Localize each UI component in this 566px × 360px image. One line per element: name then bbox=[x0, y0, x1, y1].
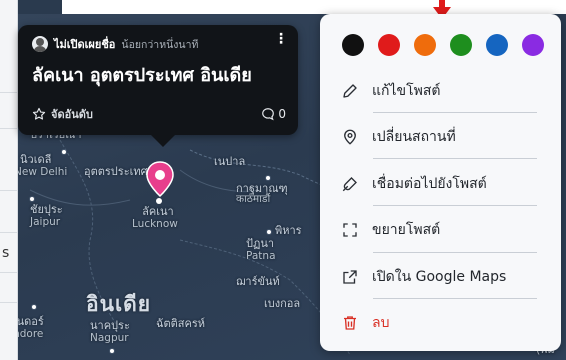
page-top-bar bbox=[62, 0, 566, 14]
rank-label: จัดอันดับ bbox=[51, 108, 93, 121]
menu-item-label: เชื่อมต่อไปยังโพสต์ bbox=[372, 176, 487, 192]
city-label-lucknow: ลัคเนา Lucknow bbox=[132, 205, 178, 231]
color-swatch-orange[interactable] bbox=[414, 34, 436, 56]
menu-divider bbox=[373, 158, 537, 159]
expand-icon bbox=[340, 220, 360, 240]
post-popup-card[interactable]: ไม่เปิดเผยชื่อ น้อยกว่าหนึ่งนาที ⋮ ลัคเน… bbox=[18, 25, 298, 147]
menu-item-label: แก้ไขโพสต์ bbox=[372, 83, 441, 99]
state-label-uttar-pradesh: อุตตรประเทศ bbox=[84, 165, 148, 178]
rank-button[interactable]: จัดอันดับ bbox=[32, 105, 93, 123]
city-label-patna: ปัฏนา Patna bbox=[246, 237, 276, 263]
state-label-bihar: พิหาร bbox=[275, 224, 302, 237]
city-label-nagpur: นาคปุระ Nagpur bbox=[90, 319, 130, 345]
side-panel-text: s bbox=[2, 245, 10, 261]
link-post-icon bbox=[340, 174, 360, 194]
menu-divider bbox=[373, 112, 537, 113]
menu-item-delete[interactable]: ลบ bbox=[340, 308, 540, 338]
post-context-menu: แก้ไขโพสต์ เปลี่ยนสถานที่ เชื่อมต่อไปยัง… bbox=[320, 14, 561, 351]
menu-item-label: ขยายโพสต์ bbox=[372, 222, 441, 238]
city-dot bbox=[61, 149, 67, 155]
star-icon bbox=[32, 107, 46, 120]
color-swatch-blue[interactable] bbox=[486, 34, 508, 56]
menu-item-open-google-maps[interactable]: เปิดใน Google Maps bbox=[340, 262, 540, 292]
menu-item-link-to-post[interactable]: เชื่อมต่อไปยังโพสต์ bbox=[340, 169, 540, 199]
menu-divider bbox=[373, 298, 537, 299]
state-label-bengal: เบงกอล bbox=[264, 297, 301, 310]
city-label-new-delhi: นิวเดลี New Delhi bbox=[14, 153, 68, 179]
pin-location-dot bbox=[156, 198, 162, 204]
color-swatch-red[interactable] bbox=[378, 34, 400, 56]
color-swatch-black[interactable] bbox=[342, 34, 364, 56]
post-title: ลัคเนา อุตตรประเทศ อินเดีย bbox=[32, 65, 252, 86]
city-dot bbox=[266, 229, 272, 235]
city-dot bbox=[29, 196, 35, 202]
city-dot bbox=[109, 348, 115, 354]
more-options-icon[interactable]: ⋮ bbox=[274, 32, 288, 46]
menu-item-label: เปิดใน Google Maps bbox=[372, 269, 507, 285]
city-dot bbox=[265, 175, 271, 181]
location-pin-icon bbox=[340, 127, 360, 147]
country-label-nepal: เนปาล bbox=[214, 155, 246, 168]
comment-icon bbox=[262, 108, 275, 121]
color-swatch-purple[interactable] bbox=[522, 34, 544, 56]
city-label-kathmandu: กาฐมาณฑุ काठमाडौं bbox=[236, 182, 288, 206]
menu-divider bbox=[373, 252, 537, 253]
state-label-chhattisgarh: ฉัตติสครห์ bbox=[156, 317, 206, 330]
comment-count: 0 bbox=[278, 107, 286, 121]
country-label-india: อินเดีย bbox=[86, 292, 152, 316]
external-link-icon bbox=[340, 267, 360, 287]
city-label-jaipur: ชัยปุระ Jaipur bbox=[30, 203, 63, 229]
side-panel-edge: s bbox=[0, 0, 18, 360]
map-pin-icon[interactable] bbox=[144, 160, 176, 200]
color-swatches bbox=[342, 34, 544, 56]
menu-item-expand-post[interactable]: ขยายโพสต์ bbox=[340, 215, 540, 245]
menu-item-label: เปลี่ยนสถานที่ bbox=[372, 129, 456, 145]
post-footer: จัดอันดับ 0 bbox=[32, 105, 286, 123]
post-header: ไม่เปิดเผยชื่อ น้อยกว่าหนึ่งนาที bbox=[32, 35, 198, 53]
city-dot bbox=[31, 304, 37, 310]
color-swatch-green[interactable] bbox=[450, 34, 472, 56]
menu-item-label: ลบ bbox=[372, 315, 390, 331]
comment-button[interactable]: 0 bbox=[261, 107, 286, 121]
menu-item-edit-post[interactable]: แก้ไขโพสต์ bbox=[340, 76, 540, 106]
post-time: น้อยกว่าหนึ่งนาที bbox=[121, 38, 199, 51]
state-label-jharkhand: ฌาร์ขันท์ bbox=[236, 275, 280, 288]
post-author: ไม่เปิดเผยชื่อ bbox=[54, 38, 116, 51]
avatar bbox=[32, 36, 48, 52]
menu-divider bbox=[373, 205, 537, 206]
pencil-icon bbox=[340, 81, 360, 101]
trash-icon bbox=[340, 313, 360, 333]
menu-item-change-location[interactable]: เปลี่ยนสถานที่ bbox=[340, 122, 540, 152]
